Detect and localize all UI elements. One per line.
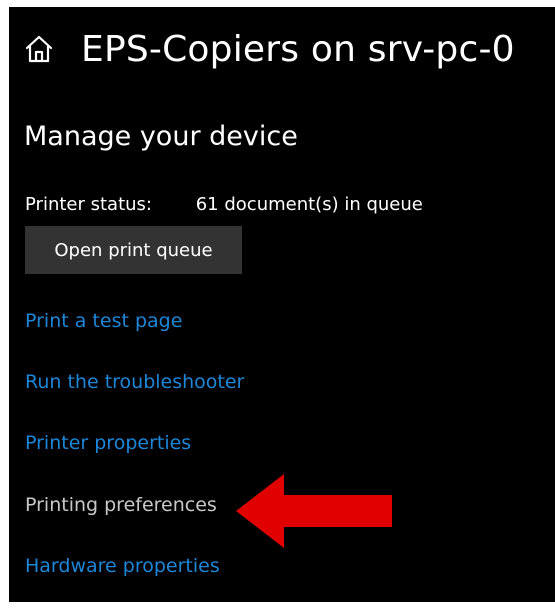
- print-test-page-link[interactable]: Print a test page: [25, 310, 182, 332]
- printer-properties-link[interactable]: Printer properties: [25, 432, 191, 454]
- printing-preferences-link[interactable]: Printing preferences: [25, 494, 217, 516]
- run-troubleshooter-link[interactable]: Run the troubleshooter: [25, 371, 244, 393]
- open-print-queue-button[interactable]: Open print queue: [25, 226, 242, 274]
- printer-status: Printer status: 61 document(s) in queue: [25, 194, 423, 215]
- home-icon[interactable]: [23, 33, 55, 65]
- printer-status-label: Printer status:: [25, 194, 152, 215]
- printer-status-value: 61 document(s) in queue: [195, 194, 423, 215]
- red-arrow-annotation: [236, 474, 392, 548]
- page-header: EPS-Copiers on srv-pc-0: [23, 25, 515, 73]
- device-settings-panel: EPS-Copiers on srv-pc-0 Manage your devi…: [9, 7, 555, 602]
- section-title: Manage your device: [24, 121, 298, 152]
- page-title: EPS-Copiers on srv-pc-0: [81, 28, 515, 70]
- hardware-properties-link[interactable]: Hardware properties: [25, 555, 220, 577]
